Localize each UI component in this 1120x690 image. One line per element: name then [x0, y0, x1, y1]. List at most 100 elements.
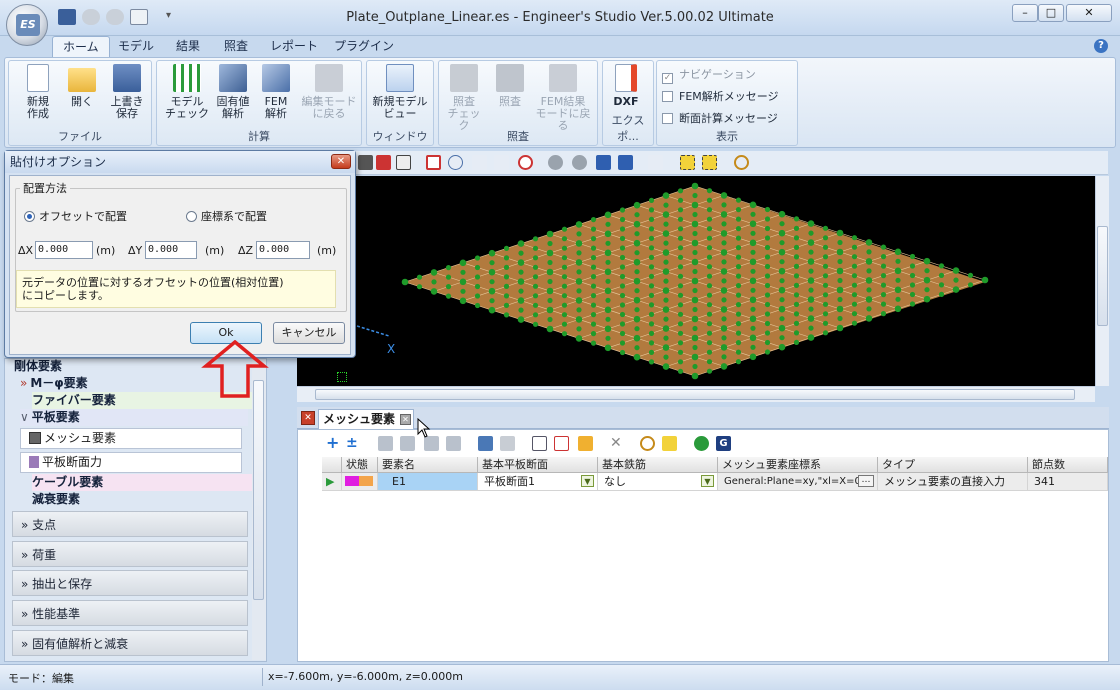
save-button[interactable]: 上書き 保存 — [104, 64, 150, 120]
viewport-horizontal-scrollbar[interactable] — [297, 386, 1095, 402]
delete-icon[interactable]: ✕ — [610, 436, 625, 451]
view-wire-icon[interactable] — [396, 155, 411, 170]
section-extract-save[interactable]: » 抽出と保存 — [12, 570, 248, 596]
cancel-button[interactable]: キャンセル — [273, 322, 345, 344]
tree-item-damper[interactable]: 減衰要素 — [32, 491, 260, 508]
tab-report[interactable]: レポート — [260, 36, 328, 57]
dropdown-icon[interactable]: ▼ — [581, 475, 594, 487]
col-header-status[interactable]: 状態 — [342, 457, 378, 473]
tree-item-plate-force[interactable]: 平板断面力 — [20, 452, 242, 473]
move-last-icon[interactable] — [446, 436, 461, 451]
scroll-thumb[interactable] — [315, 389, 1075, 400]
select-cursor-icon[interactable] — [648, 155, 663, 170]
navigation-checkbox[interactable]: ✓ ナビゲーション — [662, 66, 756, 84]
back-icon[interactable] — [548, 155, 563, 170]
section-eigen-damping[interactable]: » 固有値解析と減衰 — [12, 630, 248, 656]
minimize-button[interactable]: – — [1012, 4, 1038, 22]
maximize-button[interactable]: □ — [1038, 4, 1064, 22]
col-header-name[interactable]: 要素名 — [378, 457, 478, 473]
section-message-checkbox[interactable]: 断面計算メッセージ — [662, 110, 778, 126]
fem-analysis-button[interactable]: FEM 解析 — [256, 64, 296, 120]
check-check-button[interactable]: 照査 チェック — [444, 64, 484, 132]
radio-coordinate[interactable]: 座標系で配置 — [186, 208, 267, 224]
col-header-rebar[interactable]: 基本鉄筋 — [598, 457, 718, 473]
open-button[interactable]: 開く — [62, 64, 102, 108]
eigen-analysis-button[interactable]: 固有値 解析 — [212, 64, 254, 120]
close-tab-icon[interactable]: ✕ — [400, 414, 411, 425]
copy-icon[interactable] — [532, 436, 547, 451]
insert-row-icon[interactable]: ± — [346, 436, 361, 451]
shot-icon[interactable] — [596, 155, 611, 170]
dx-input[interactable]: 0.000 — [35, 241, 93, 259]
model-check-button[interactable]: モデル チェック — [162, 64, 212, 120]
info-icon[interactable] — [618, 155, 633, 170]
col-header-type[interactable]: タイプ — [878, 457, 1028, 473]
col-header-coord[interactable]: メッシュ要素座標系 — [718, 457, 878, 473]
help-icon[interactable]: ? — [1094, 39, 1108, 53]
scroll-thumb[interactable] — [1097, 226, 1108, 326]
col-header-nodes[interactable]: 節点数 — [1028, 457, 1108, 473]
paste-icon[interactable] — [554, 436, 569, 451]
tree-item-plate[interactable]: ∨ 平板要素 — [20, 409, 248, 426]
name-cell[interactable]: E1 — [378, 473, 478, 491]
move-bottom-icon[interactable] — [424, 436, 439, 451]
section-supports[interactable]: » 支点 — [12, 511, 248, 537]
find-icon[interactable] — [640, 436, 655, 451]
return-edit-mode-button[interactable]: 編集モード に戻る — [298, 64, 360, 120]
fem-message-checkbox[interactable]: FEM解析メッセージ — [662, 88, 779, 104]
link-icon[interactable] — [694, 436, 709, 451]
model-viewport[interactable]: X — [297, 176, 1095, 386]
tab-check[interactable]: 照査 — [214, 36, 258, 57]
section-cell[interactable]: 平板断面1 ▼ — [478, 473, 598, 491]
g-settings-icon[interactable]: G — [716, 436, 731, 451]
filter-icon[interactable] — [662, 436, 677, 451]
table-disabled-icon[interactable] — [500, 436, 515, 451]
import-icon[interactable] — [578, 436, 593, 451]
section-loads[interactable]: » 荷重 — [12, 541, 248, 567]
zoom-out-icon[interactable] — [448, 155, 463, 170]
viewport-vertical-scrollbar[interactable] — [1095, 176, 1109, 386]
ellipsis-button[interactable]: … — [858, 475, 874, 487]
tree-item-cable[interactable]: ケーブル要素 — [32, 474, 260, 491]
tab-results[interactable]: 結果 — [166, 36, 210, 57]
row-selector-icon[interactable]: ▶ — [322, 473, 342, 491]
section-performance[interactable]: » 性能基準 — [12, 600, 248, 626]
select-node-icon[interactable] — [702, 155, 717, 170]
radio-offset[interactable]: オフセットで配置 — [24, 208, 127, 224]
table-edit-icon[interactable] — [478, 436, 493, 451]
close-panel-icon[interactable]: ✕ — [301, 411, 315, 425]
col-header-section[interactable]: 基本平板断面 — [478, 457, 598, 473]
tree-scrollbar[interactable] — [252, 360, 266, 660]
check-button[interactable]: 照査 — [490, 64, 530, 108]
close-window-button[interactable]: ✕ — [1066, 4, 1112, 22]
tab-plugin[interactable]: プラグイン — [324, 36, 404, 57]
forward-icon[interactable] — [572, 155, 587, 170]
new-model-view-button[interactable]: 新規モデル ビュー — [370, 64, 430, 120]
view-solid-icon[interactable] — [358, 155, 373, 170]
dxf-export-button[interactable]: DXF — [606, 64, 646, 108]
tree-item-mesh[interactable]: メッシュ要素 — [20, 428, 242, 449]
tab-model[interactable]: モデル — [108, 36, 164, 57]
pan-icon[interactable] — [472, 155, 487, 170]
search-icon[interactable] — [734, 155, 749, 170]
tab-home[interactable]: ホーム — [52, 36, 110, 57]
rotate-icon[interactable] — [494, 155, 509, 170]
move-up-icon[interactable] — [378, 436, 393, 451]
app-menu-button[interactable]: ES — [6, 4, 48, 46]
dialog-close-button[interactable]: ✕ — [331, 154, 351, 169]
coord-cell[interactable]: General:Plane=xy,"xl=X=0. … — [718, 473, 878, 491]
dropdown-icon[interactable]: ▼ — [701, 475, 714, 487]
fem-result-mode-button[interactable]: FEM結果 モードに戻る — [532, 64, 594, 132]
target-icon[interactable] — [518, 155, 533, 170]
type-cell[interactable]: メッシュ要素の直接入力 — [878, 473, 1028, 491]
add-row-icon[interactable]: + — [326, 435, 341, 451]
view-box-icon[interactable] — [376, 155, 391, 170]
move-down-icon[interactable] — [400, 436, 415, 451]
dy-input[interactable]: 0.000 — [145, 241, 197, 259]
select-box-icon[interactable] — [680, 155, 695, 170]
scroll-thumb[interactable] — [253, 380, 264, 600]
rebar-cell[interactable]: なし ▼ — [598, 473, 718, 491]
new-button[interactable]: 新規 作成 — [16, 64, 60, 120]
zoom-window-icon[interactable] — [426, 155, 441, 170]
dz-input[interactable]: 0.000 — [256, 241, 310, 259]
